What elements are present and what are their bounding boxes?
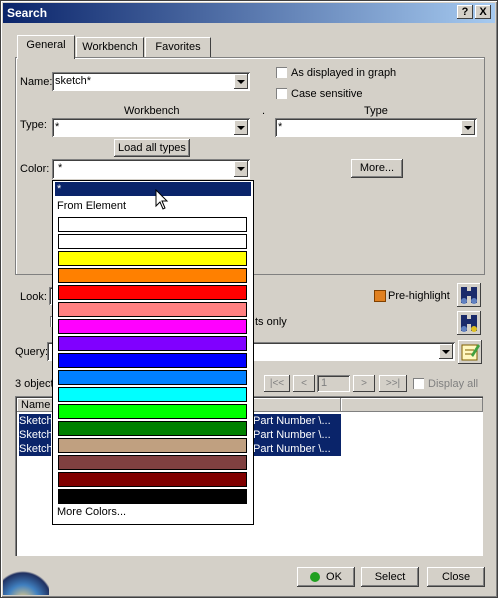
workbench-header: Workbench [124,105,180,117]
look-label: Look: [20,291,47,303]
color-swatch[interactable] [58,234,247,249]
as-displayed-checkbox[interactable] [276,67,287,78]
table-row[interactable]: Sketch [19,442,51,456]
close-button[interactable]: Close [427,567,485,587]
ok-label: OK [326,571,342,583]
search-dialog: Search ? X General Workbench Favorites N… [0,0,498,598]
binoculars-icon [461,287,477,304]
type-value: * [278,121,283,133]
query-label: Query: [15,346,49,358]
search-add-button[interactable] [457,311,481,335]
close-window-button[interactable]: X [475,5,491,19]
color-swatch[interactable] [58,268,247,283]
name-label: Name: [20,76,53,88]
type-combo[interactable]: * [275,118,477,137]
table-row[interactable]: Sketch [19,428,51,442]
first-page-button[interactable]: |<< [264,375,290,392]
color-swatch[interactable] [58,489,247,504]
case-sensitive-checkbox[interactable] [276,88,287,99]
workbench-combo[interactable]: * [52,118,250,137]
pre-highlight-checkbox[interactable] [374,290,386,302]
color-swatch[interactable] [58,285,247,300]
color-label: Color: [20,163,50,175]
results-count: 3 object [15,378,54,390]
name-combo[interactable]: sketch* [52,72,250,91]
as-displayed-label: As displayed in graph [291,67,397,79]
color-combo[interactable]: * [52,159,250,179]
color-option-any[interactable]: * [55,182,251,196]
display-all-checkbox[interactable] [413,378,424,389]
color-swatch[interactable] [58,472,247,487]
color-swatch[interactable] [58,387,247,402]
table-row-path[interactable]: Part Number \... [253,442,341,456]
logo-icon [3,561,49,595]
chevron-down-icon[interactable] [439,344,453,359]
chevron-down-icon[interactable] [234,74,248,89]
color-swatch[interactable] [58,336,247,351]
color-swatch[interactable] [58,421,247,436]
binoculars-plus-icon [461,315,477,332]
title-bar: Search ? X [3,3,495,23]
tab-favorites[interactable]: Favorites [145,37,211,59]
color-swatch[interactable] [58,251,247,266]
prev-page-button[interactable]: < [293,375,315,392]
color-swatch[interactable] [58,438,247,453]
case-sensitive-label: Case sensitive [291,88,363,100]
separator-dot: . [262,105,266,117]
name-value: sketch* [55,75,92,87]
chevron-down-icon[interactable] [461,120,475,135]
color-swatch[interactable] [58,455,247,470]
search-binoculars-button[interactable] [457,283,481,307]
window-title: Search [7,6,48,20]
objects-only-label: ts only [255,316,287,328]
table-row-path[interactable]: Part Number \... [253,414,341,428]
query-edit-button[interactable] [458,340,482,364]
column-header-name[interactable]: Name [17,398,55,412]
workbench-value: * [55,121,60,133]
color-swatch[interactable] [58,217,247,232]
mouse-cursor-icon [155,189,169,210]
color-swatch[interactable] [58,319,247,334]
column-header-path[interactable] [253,398,341,412]
ok-button[interactable]: OK [297,567,355,587]
next-page-button[interactable]: > [353,375,375,392]
column-header-empty[interactable] [341,398,483,412]
type-header: Type [364,105,388,117]
chevron-down-icon[interactable] [234,120,248,135]
edit-query-icon [461,344,480,361]
color-option-more-colors[interactable]: More Colors... [55,505,251,519]
color-swatch[interactable] [58,404,247,419]
color-swatch[interactable] [58,302,247,317]
color-swatch[interactable] [58,370,247,385]
chevron-down-icon[interactable] [234,161,248,177]
display-all-label: Display all [428,378,479,390]
tab-workbench[interactable]: Workbench [76,37,144,59]
load-all-types-button[interactable]: Load all types [114,139,190,157]
color-swatch[interactable] [58,353,247,368]
type-label: Type: [20,119,47,131]
table-row-path[interactable]: Part Number \... [253,428,341,442]
color-option-from-element[interactable]: From Element [55,199,251,213]
tab-general[interactable]: General [17,35,75,59]
table-row[interactable]: Sketch [19,414,51,428]
more-button[interactable]: More... [351,159,403,178]
select-button[interactable]: Select [361,567,419,587]
color-value: * [58,162,63,174]
ok-icon [310,572,321,583]
help-button[interactable]: ? [457,5,473,19]
pre-highlight-label: Pre-highlight [388,290,450,302]
color-dropdown-list[interactable]: * From Element More Colors... [52,180,254,525]
page-number-field[interactable]: 1 [317,375,350,392]
last-page-button[interactable]: >>| [379,375,407,392]
